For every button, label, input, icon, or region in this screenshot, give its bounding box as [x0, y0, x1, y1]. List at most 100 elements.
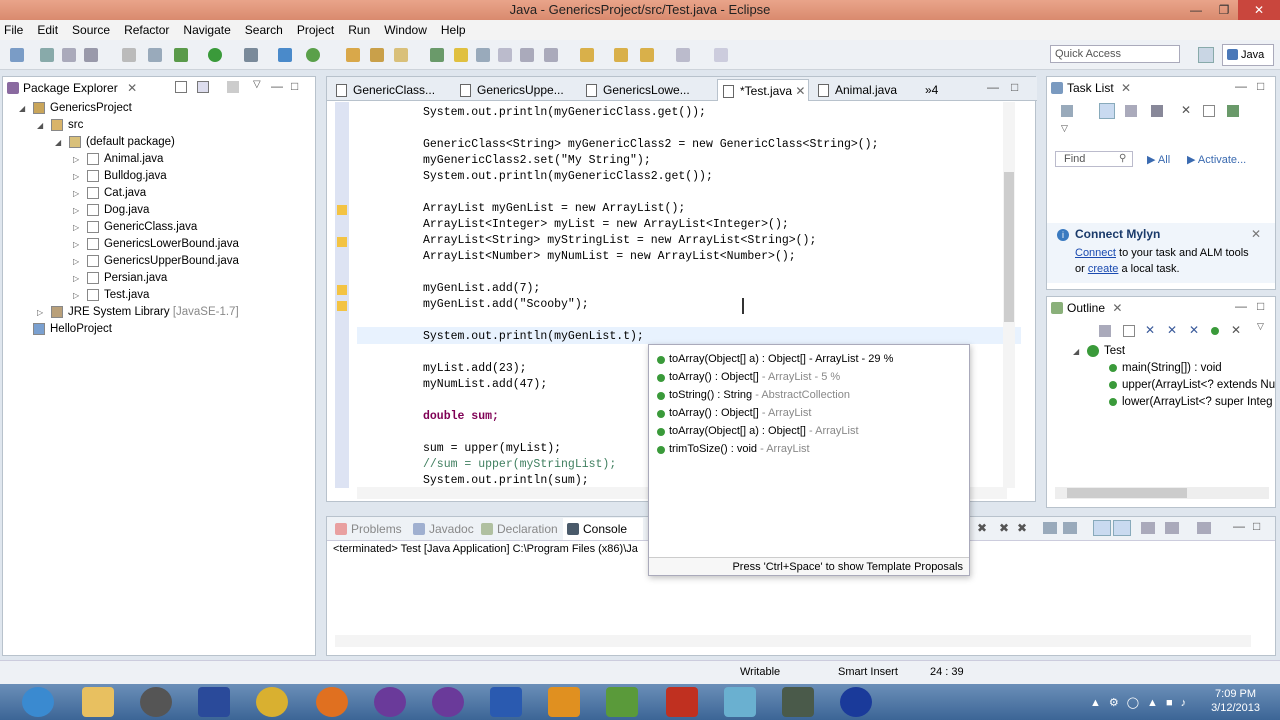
tree-item-file[interactable]: ▷ Test.java [73, 287, 149, 304]
tab-genericsupperbound[interactable]: GenericsUppe... [455, 79, 577, 101]
close-icon[interactable]: ✕ [1121, 81, 1131, 95]
proposal-item[interactable]: trimToSize() : void - ArrayList [655, 441, 810, 458]
menu-navigate[interactable]: Navigate [183, 23, 230, 37]
filezilla-icon[interactable] [666, 687, 698, 717]
outline-item-method[interactable]: lower(ArrayList<? super Integ [1109, 394, 1275, 411]
tree-item-file[interactable]: ▷ Bulldog.java [73, 168, 167, 185]
tree-item-file[interactable]: ▷ Dog.java [73, 202, 149, 219]
outline-item-class[interactable]: ◢ Test [1073, 343, 1125, 360]
terminate-icon[interactable]: ✖ [977, 521, 987, 535]
outline-item-method[interactable]: main(String[]) : void [1109, 360, 1222, 377]
tab-javadoc[interactable]: Javadoc [409, 518, 474, 540]
pin-console-icon[interactable] [1113, 520, 1131, 536]
code-line[interactable]: myList.add(23); [423, 361, 527, 377]
tool-icon[interactable] [148, 48, 162, 62]
maximize-view-icon[interactable]: □ [1253, 519, 1260, 533]
focus-icon[interactable]: ✕ [1181, 103, 1191, 117]
coverage-icon[interactable] [244, 48, 258, 62]
next-annotation-icon[interactable] [544, 48, 558, 62]
proposal-item[interactable]: toArray(Object[] a) : Object[] - ArrayLi… [655, 423, 859, 440]
maximize-view-icon[interactable]: □ [1257, 299, 1264, 313]
new-console-icon[interactable] [1197, 522, 1211, 534]
menu-project[interactable]: Project [297, 23, 334, 37]
minimize-view-icon[interactable]: — [1233, 519, 1245, 533]
eclipse-icon[interactable] [432, 687, 464, 717]
filter-icon[interactable] [227, 81, 239, 93]
tree-item-file[interactable]: ▷ GenericsLowerBound.java [73, 236, 239, 253]
block-select-icon[interactable] [476, 48, 490, 62]
close-icon[interactable]: ✕ [1112, 301, 1122, 315]
code-line[interactable]: //sum = upper(myStringList); [423, 457, 616, 473]
scroll-thumb[interactable] [1004, 172, 1014, 322]
tree-item-project[interactable]: ◢ GenericsProject [19, 100, 132, 117]
code-line[interactable]: System.out.println(myGenericClass.get())… [423, 105, 706, 121]
pin-icon[interactable] [676, 48, 690, 62]
proposal-item[interactable]: toArray() : Object[] - ArrayList [655, 405, 811, 422]
code-line[interactable]: ArrayList<String> myStringList = new Arr… [423, 233, 816, 249]
debug-icon[interactable] [174, 48, 188, 62]
scheduled-icon[interactable] [1125, 105, 1137, 117]
back-icon[interactable] [614, 48, 628, 62]
open-folder-icon[interactable] [370, 48, 384, 62]
tree-item-jre-library[interactable]: ▷ JRE System Library [JavaSE-1.7] [37, 304, 239, 321]
all-link[interactable]: ▶ All [1147, 153, 1170, 166]
forward-icon[interactable] [640, 48, 654, 62]
game-icon[interactable] [782, 687, 814, 717]
menu-run[interactable]: Run [348, 23, 370, 37]
close-icon[interactable]: ✕ [1251, 227, 1261, 241]
maximize-view-icon[interactable]: □ [291, 79, 298, 93]
menu-window[interactable]: Window [384, 23, 427, 37]
show-whitespace-icon[interactable] [498, 48, 512, 62]
activate-link[interactable]: ▶ Activate... [1187, 153, 1246, 166]
tree-item-file[interactable]: ▷ GenericsUpperBound.java [73, 253, 239, 270]
sort-icon[interactable] [1099, 325, 1111, 337]
editor-vertical-scrollbar[interactable] [1003, 102, 1015, 488]
tab-declaration[interactable]: Declaration [477, 518, 558, 540]
outlook-icon[interactable] [548, 687, 580, 717]
chrome-icon[interactable] [256, 687, 288, 717]
tab-test-java[interactable]: *Test.java ✕ [717, 79, 809, 101]
hide-completed-icon[interactable] [1151, 105, 1163, 117]
link-editor-icon[interactable] [197, 81, 209, 93]
pilcrow-icon[interactable] [520, 48, 534, 62]
code-line-active[interactable]: System.out.println(myGenList.t); [423, 329, 644, 345]
menu-help[interactable]: Help [441, 23, 466, 37]
remove-all-icon[interactable]: ✖ [1017, 521, 1027, 535]
minimize-view-icon[interactable]: — [987, 80, 999, 94]
terminal-icon[interactable] [122, 48, 136, 62]
view-menu-icon[interactable]: ▽ [253, 79, 261, 90]
last-edit-icon[interactable] [714, 48, 728, 62]
hide-static-icon[interactable]: ✕ [1167, 323, 1177, 337]
save-icon[interactable] [40, 48, 54, 62]
code-line[interactable]: myGenericClass2.set("My String"); [423, 153, 651, 169]
console-horizontal-scrollbar[interactable] [335, 635, 1251, 647]
link-icon[interactable]: ✕ [1231, 323, 1241, 337]
collapse-icon[interactable] [1123, 325, 1135, 337]
tree-item-file[interactable]: ▷ GenericClass.java [73, 219, 197, 236]
save-all-icon[interactable] [62, 48, 76, 62]
app-icon[interactable] [140, 687, 172, 717]
tree-item-file[interactable]: ▷ Cat.java [73, 185, 146, 202]
open-perspective-icon[interactable] [1198, 47, 1214, 63]
hide-local-types-icon[interactable] [1211, 327, 1219, 335]
maximize-view-icon[interactable]: □ [1011, 80, 1018, 94]
code-line[interactable]: ArrayList myGenList = new ArrayList(); [423, 201, 685, 217]
code-line[interactable]: ArrayList<Integer> myList = new ArrayLis… [423, 217, 789, 233]
code-line[interactable]: myGenList.add(7); [423, 281, 540, 297]
tree-item-file[interactable]: ▷ Persian.java [73, 270, 167, 287]
eclipse-active-icon[interactable] [840, 687, 872, 717]
new-task-icon[interactable] [1061, 105, 1073, 117]
tab-package-explorer[interactable]: Package Explorer ✕ [3, 77, 153, 99]
connect-link[interactable]: Connect [1075, 247, 1116, 259]
close-button[interactable]: ✕ [1238, 0, 1280, 20]
synchronize-icon[interactable] [1227, 105, 1239, 117]
tab-animal-java[interactable]: Animal.java [813, 79, 913, 101]
tab-task-list[interactable]: Task List ✕ [1047, 77, 1147, 99]
run-icon[interactable] [208, 48, 222, 62]
minimize-view-icon[interactable]: — [1235, 299, 1247, 313]
tab-outline[interactable]: Outline ✕ [1047, 297, 1137, 319]
tree-item-src[interactable]: ◢ src [37, 117, 83, 134]
minimize-view-icon[interactable]: — [1235, 79, 1247, 93]
new-java-project-icon[interactable] [278, 48, 292, 62]
java-perspective-button[interactable]: Java [1222, 44, 1274, 66]
